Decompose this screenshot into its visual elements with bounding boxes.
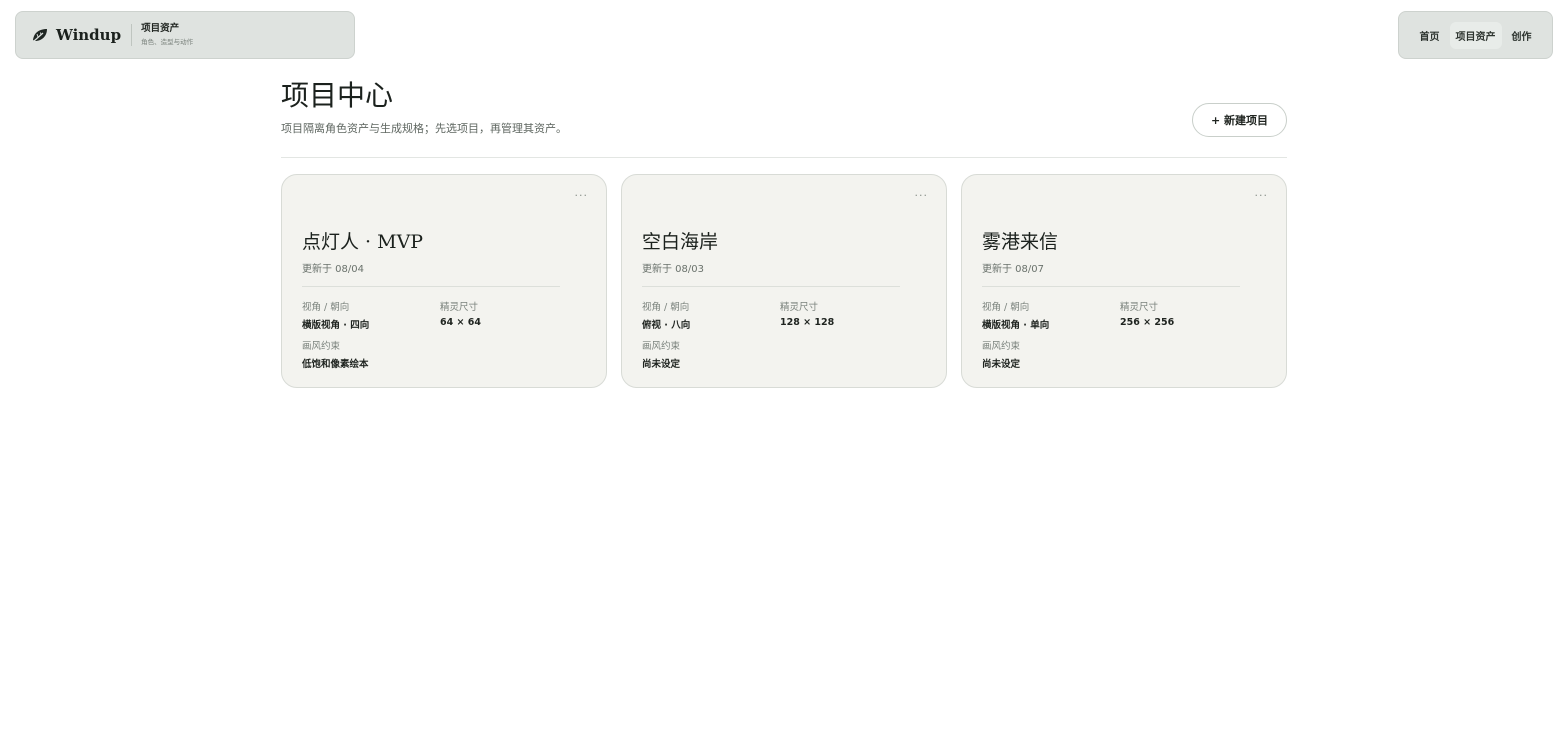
app-header: Windup 项目资产 角色、造型与动作 [15,11,355,59]
project-updated: 更新于 08/03 [642,264,704,275]
header-divider [131,24,133,46]
meta-style-value: 低饱和像素绘本 [302,359,369,370]
project-center: 项目中心 项目隔离角色资产与生成规格；先选项目，再管理其资产。 + 新建项目 ·… [281,76,1287,388]
meta-sprite-size-value: 128 × 128 [780,317,835,328]
new-project-button[interactable]: + 新建项目 [1192,103,1287,137]
project-title: 点灯人 · MVP [302,231,424,253]
meta-sprite-size: 精灵尺寸 256 × 256 [1120,299,1174,328]
meta-style-value: 尚未设定 [642,359,681,370]
project-card[interactable]: ··· 空白海岸 更新于 08/03 视角 / 朝向 俯视 · 八向 精灵尺寸 … [621,174,947,388]
card-divider [642,286,900,287]
nav-item-create[interactable]: 创作 [1506,22,1538,49]
meta-style-value: 尚未设定 [982,359,1021,370]
meta-style: 画风约束 尚未设定 [642,338,680,370]
project-card-list: ··· 点灯人 · MVP 更新于 08/04 视角 / 朝向 横版视角 · 四… [281,174,1287,388]
meta-sprite-size-value: 256 × 256 [1120,317,1175,328]
meta-style: 画风约束 低饱和像素绘本 [302,338,369,370]
page-title: 项目中心 [281,79,394,112]
meta-style-label: 画风约束 [982,341,1021,352]
nav-item-project-assets[interactable]: 项目资产 [1449,21,1502,49]
project-title: 空白海岸 [642,231,719,253]
header-separator [281,157,1287,158]
project-updated: 更新于 08/04 [302,264,364,275]
meta-view-value: 俯视 · 八向 [642,320,691,331]
meta-sprite-size-label: 精灵尺寸 [1120,302,1159,313]
meta-view: 视角 / 朝向 横版视角 · 单向 [982,299,1049,331]
project-card[interactable]: ··· 点灯人 · MVP 更新于 08/04 视角 / 朝向 横版视角 · 四… [281,174,607,388]
meta-sprite-size-label: 精灵尺寸 [440,302,479,313]
page-description: 项目隔离角色资产与生成规格；先选项目，再管理其资产。 [281,122,567,135]
meta-view: 视角 / 朝向 俯视 · 八向 [642,299,690,331]
project-card[interactable]: ··· 雾港来信 更新于 08/07 视角 / 朝向 横版视角 · 单向 精灵尺… [961,174,1287,388]
meta-sprite-size: 精灵尺寸 64 × 64 [440,299,481,328]
brand-name[interactable]: Windup [56,26,121,44]
meta-view-label: 视角 / 朝向 [642,302,690,313]
meta-style-label: 画风约束 [302,341,341,352]
card-divider [982,286,1240,287]
meta-style: 画风约束 尚未设定 [982,338,1020,370]
meta-view-value: 横版视角 · 四向 [302,320,370,331]
main-nav: 首页 项目资产 创作 [1398,11,1553,59]
section-info: 项目资产 角色、造型与动作 [141,23,193,47]
more-options-icon[interactable]: ··· [575,189,589,202]
nav-item-home[interactable]: 首页 [1414,22,1446,49]
section-subtitle: 角色、造型与动作 [141,38,194,46]
card-divider [302,286,560,287]
project-updated: 更新于 08/07 [982,264,1044,275]
meta-view: 视角 / 朝向 横版视角 · 四向 [302,299,369,331]
meta-view-label: 视角 / 朝向 [302,302,350,313]
meta-style-label: 画风约束 [642,341,681,352]
meta-sprite-size: 精灵尺寸 128 × 128 [780,299,834,328]
meta-view-label: 视角 / 朝向 [982,302,1030,313]
meta-sprite-size-value: 64 × 64 [440,317,482,328]
meta-view-value: 横版视角 · 单向 [982,320,1050,331]
more-options-icon[interactable]: ··· [915,189,929,202]
meta-sprite-size-label: 精灵尺寸 [780,302,819,313]
leaf-logo-icon[interactable] [30,25,50,45]
more-options-icon[interactable]: ··· [1255,189,1269,202]
section-title: 项目资产 [141,23,180,34]
project-title: 雾港来信 [982,231,1059,253]
